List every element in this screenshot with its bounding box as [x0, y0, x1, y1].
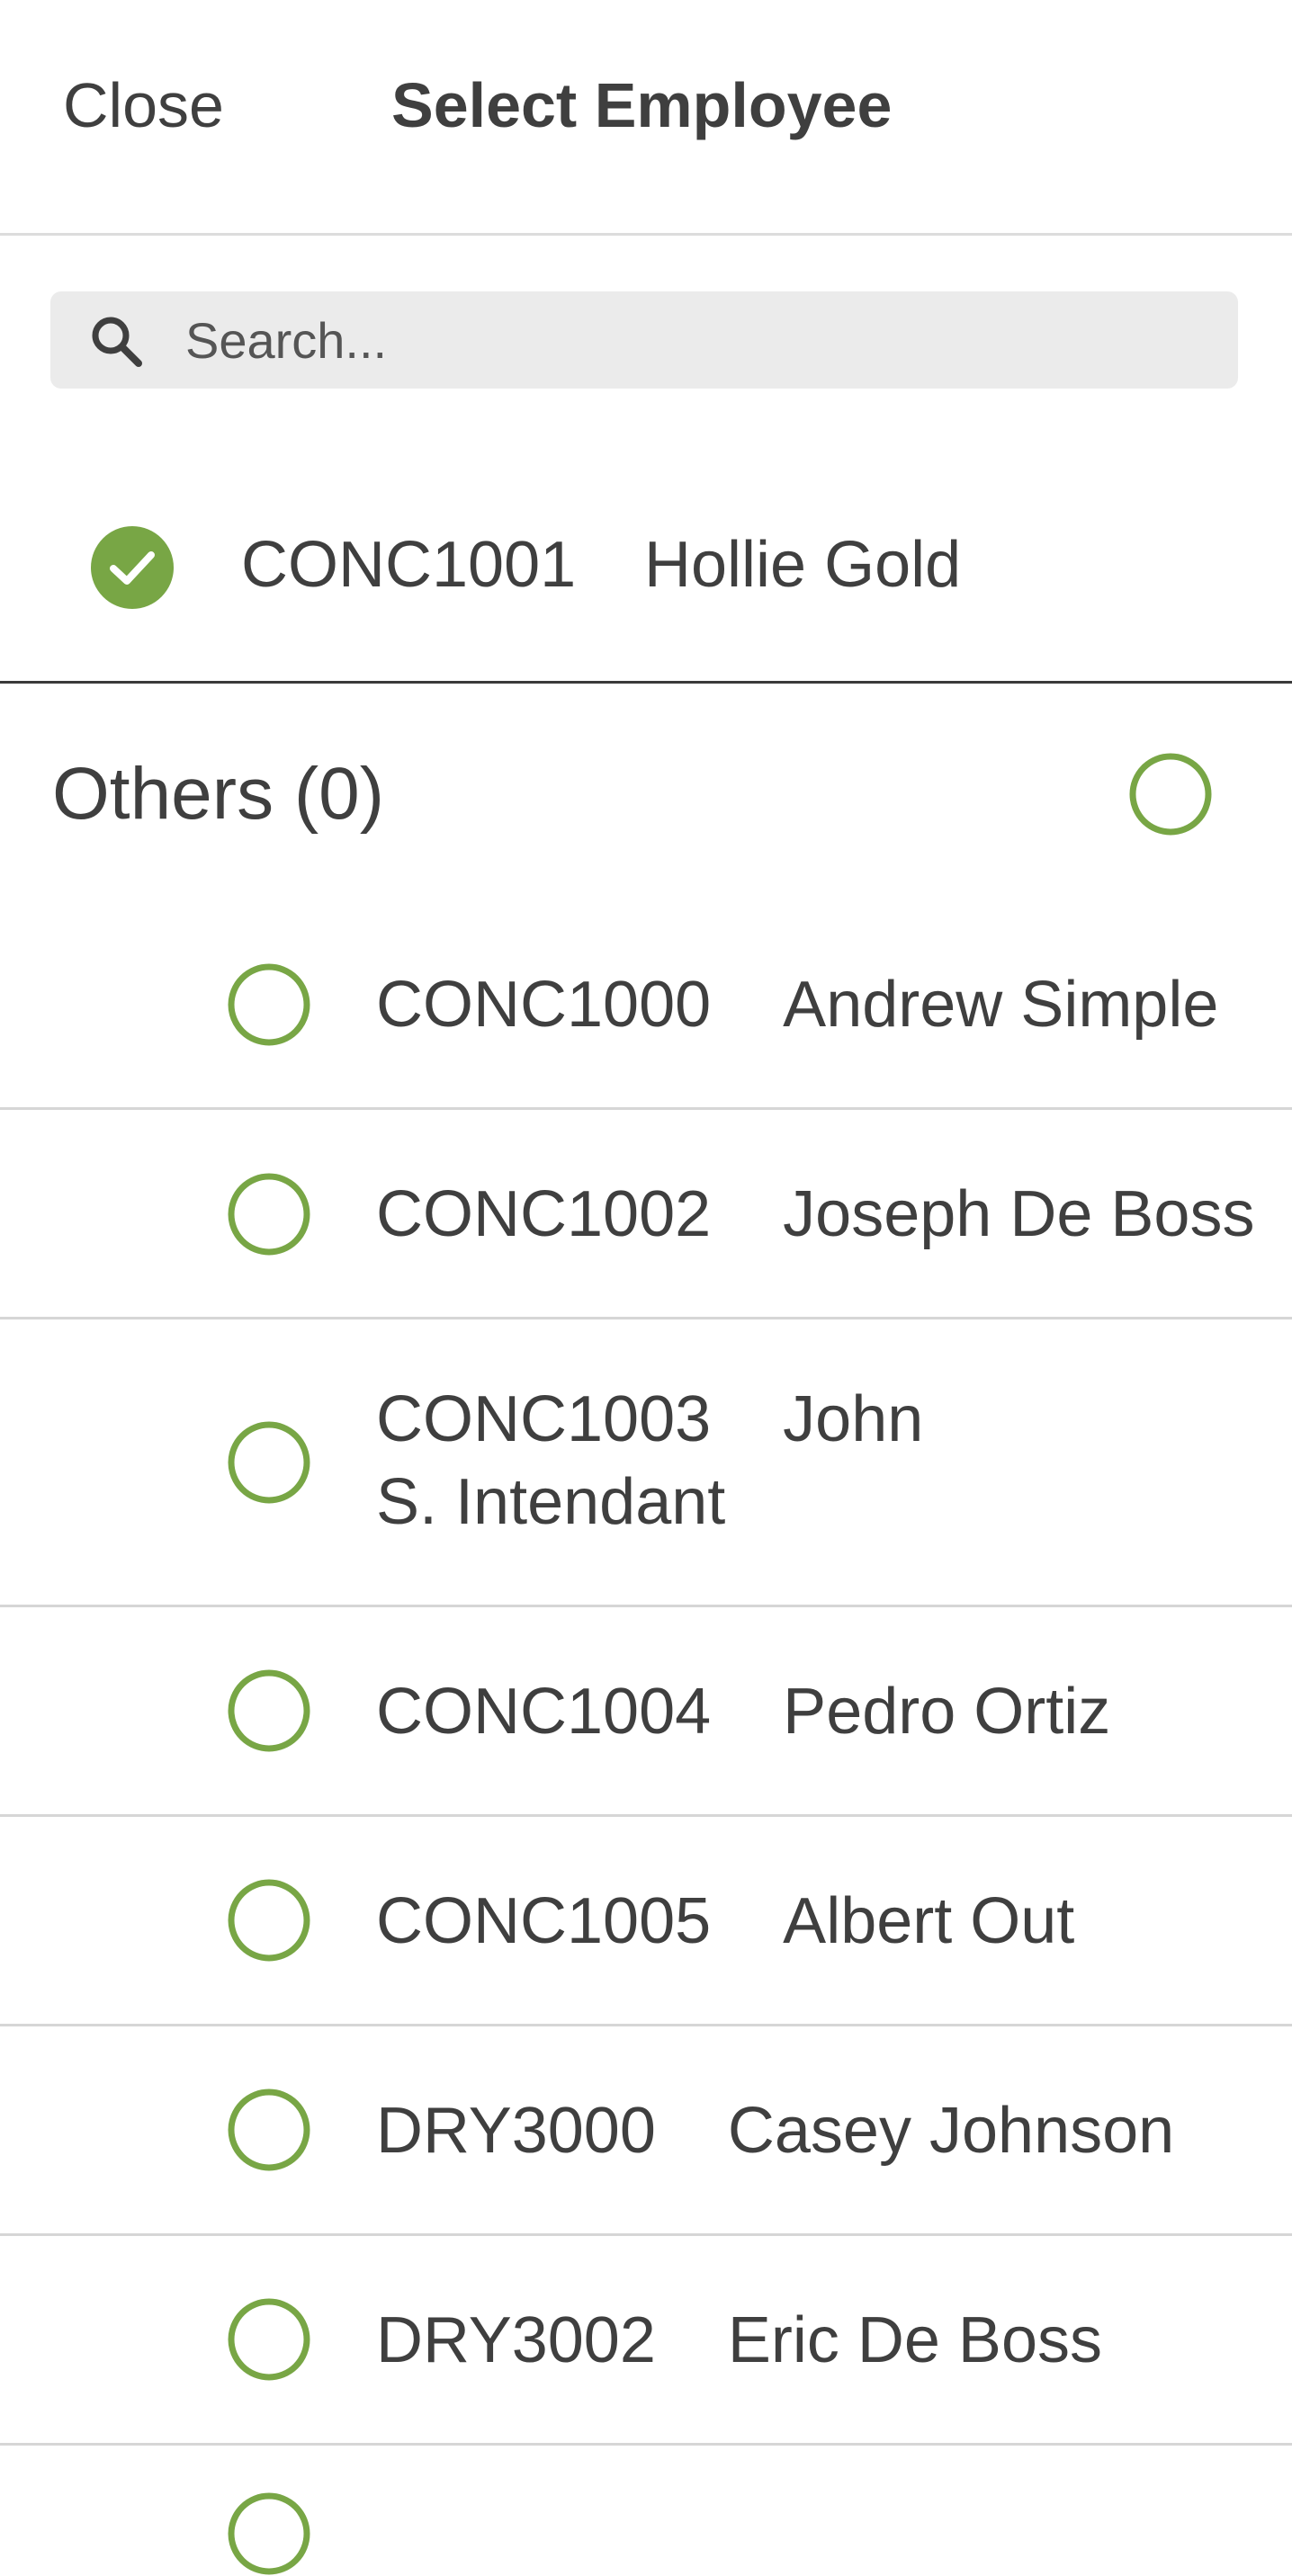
list-item[interactable]: CONC1002 Joseph De Boss	[0, 1110, 1292, 1319]
employee-code: CONC1005	[376, 1885, 712, 1957]
selected-employee-code: CONC1001	[241, 529, 577, 601]
page-title: Select Employee	[391, 70, 893, 140]
close-button[interactable]: Close	[63, 74, 224, 137]
radio-circle-icon[interactable]	[227, 1172, 311, 1257]
radio-circle-icon[interactable]	[227, 2491, 311, 2576]
employee-code: DRY3002	[376, 2304, 656, 2376]
employee-name: Casey Johnson	[727, 2095, 1175, 2167]
list-item[interactable]: DRY3000 Casey Johnson	[0, 2026, 1292, 2236]
employee-label: CONC1004 Pedro Ortiz	[376, 1670, 1274, 1753]
employee-list: CONC1000 Andrew Simple CONC1002 Joseph De …	[0, 899, 1292, 2446]
others-section-title: Others (0)	[52, 753, 385, 835]
list-item[interactable]: CONC1005 Albert Out	[0, 1817, 1292, 2026]
employee-label: CONC1002 Joseph De Boss	[376, 1173, 1274, 1256]
employee-code: DRY3000	[376, 2095, 656, 2167]
list-item[interactable]: CONC1003 John S. Intendant	[0, 1319, 1292, 1607]
search-bar[interactable]	[50, 291, 1238, 389]
header: Close Select Employee	[0, 0, 1292, 236]
employee-name: Eric De Boss	[727, 2304, 1102, 2376]
list-item[interactable]: DRY3002 Eric De Boss	[0, 2236, 1292, 2446]
radio-circle-icon[interactable]	[227, 1878, 311, 1963]
employee-code: CONC1000	[376, 969, 712, 1041]
employee-label: CONC1003 John S. Intendant	[376, 1378, 968, 1543]
employee-code: CONC1002	[376, 1178, 712, 1250]
employee-label: DRY3000 Casey Johnson	[376, 2089, 1274, 2172]
radio-circle-icon[interactable]	[227, 1420, 311, 1505]
radio-circle-icon[interactable]	[227, 2088, 311, 2172]
employee-code: CONC1004	[376, 1676, 712, 1748]
employee-name: Andrew Simple	[783, 969, 1219, 1041]
employee-label: CONC1005 Albert Out	[376, 1880, 1274, 1963]
employee-label: CONC1000 Andrew Simple	[376, 963, 1274, 1046]
search-input[interactable]	[185, 291, 1202, 389]
employee-label: DRY3002 Eric De Boss	[376, 2299, 1274, 2382]
employee-name: Albert Out	[783, 1885, 1075, 1957]
check-circle-icon[interactable]	[90, 525, 175, 610]
selected-employee-row[interactable]: CONC1001 Hollie Gold	[0, 486, 1292, 684]
radio-circle-icon[interactable]	[227, 962, 311, 1047]
radio-circle-icon[interactable]	[227, 2297, 311, 2382]
search-icon	[92, 317, 142, 367]
employee-name: Joseph De Boss	[783, 1178, 1255, 1250]
employee-code: CONC1003	[376, 1383, 712, 1455]
list-item[interactable]: CONC1000 Andrew Simple	[0, 899, 1292, 1110]
list-item[interactable]: CONC1004 Pedro Ortiz	[0, 1607, 1292, 1817]
employee-name: Pedro Ortiz	[783, 1676, 1111, 1748]
select-all-radio-icon[interactable]	[1128, 752, 1213, 836]
selected-employee-name: Hollie Gold	[644, 529, 962, 601]
radio-circle-icon[interactable]	[227, 1668, 311, 1753]
